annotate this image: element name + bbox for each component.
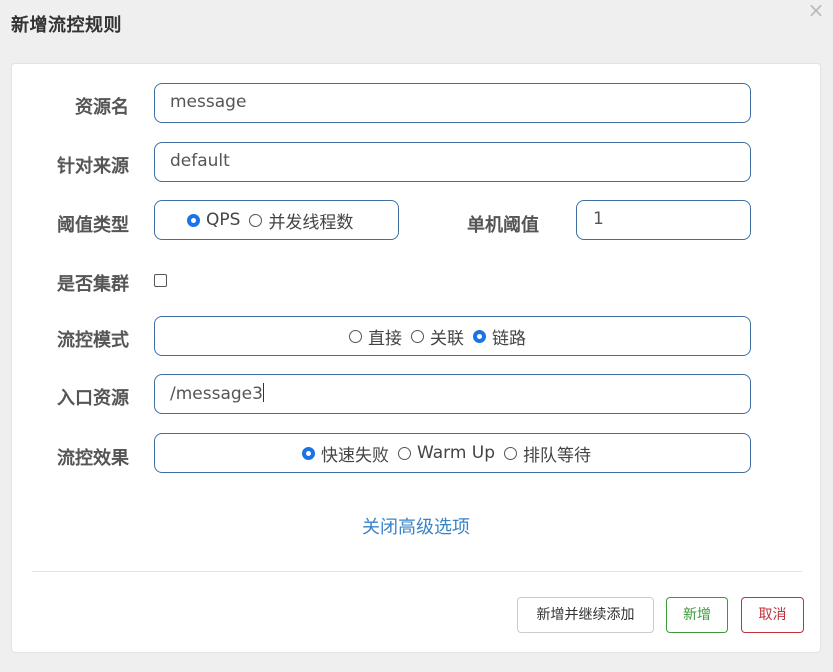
dialog-title: 新增流控规则 [11, 15, 122, 36]
radio-unchecked-icon [398, 446, 411, 460]
behavior-label: 流控效果 [57, 448, 129, 469]
ref-resource-input[interactable]: /message3 [154, 374, 751, 414]
count-value: 1 [593, 209, 604, 229]
limit-app-input[interactable]: default [154, 142, 751, 182]
advanced-options-toggle[interactable]: 关闭高级选项 [12, 513, 820, 539]
behavior-option-warm-up[interactable]: Warm Up [398, 443, 495, 463]
strategy-option-relate-label: 关联 [430, 328, 464, 349]
grade-option-qps[interactable]: QPS [187, 210, 240, 230]
grade-option-qps-label: QPS [206, 210, 241, 230]
footer-divider [32, 571, 802, 572]
ref-resource-text: /message3 [170, 383, 264, 404]
limit-app-value: default [170, 151, 230, 171]
behavior-radio-group: 快速失败 Warm Up 排队等待 [154, 433, 751, 473]
radio-unchecked-icon [411, 329, 424, 343]
grade-option-threads[interactable]: 并发线程数 [249, 208, 353, 233]
strategy-label: 流控模式 [57, 330, 129, 351]
behavior-option-queue-label: 排队等待 [523, 445, 592, 466]
radio-checked-icon [473, 329, 486, 343]
cluster-label: 是否集群 [57, 274, 129, 295]
behavior-option-warm-up-label: Warm Up [417, 443, 496, 463]
resource-name-label: 资源名 [75, 97, 129, 118]
resource-name-value: message [170, 92, 247, 112]
radio-unchecked-icon [504, 446, 518, 460]
radio-checked-icon [187, 213, 200, 227]
cancel-button[interactable]: 取消 [741, 597, 804, 633]
strategy-option-direct[interactable]: 直接 [349, 324, 402, 349]
behavior-option-queue[interactable]: 排队等待 [504, 441, 591, 466]
form-panel: 资源名 message 针对来源 default 阈值类型 QPS 并发线程数 … [11, 63, 821, 653]
add-and-continue-button[interactable]: 新增并继续添加 [517, 597, 654, 633]
grade-option-threads-label: 并发线程数 [268, 212, 354, 233]
grade-label: 阈值类型 [57, 215, 129, 236]
behavior-option-fast-fail-label: 快速失败 [321, 445, 389, 466]
strategy-radio-group: 直接 关联 链路 [154, 316, 751, 356]
text-cursor [262, 383, 264, 402]
radio-checked-icon [302, 446, 315, 460]
behavior-option-fast-fail[interactable]: 快速失败 [302, 441, 389, 466]
ref-resource-label: 入口资源 [57, 388, 129, 409]
close-icon[interactable]: × [806, 0, 826, 20]
strategy-option-chain-label: 链路 [492, 328, 526, 349]
ref-resource-value: /message3 [170, 384, 263, 404]
limit-app-label: 针对来源 [57, 156, 129, 177]
cluster-checkbox[interactable] [154, 274, 167, 287]
strategy-option-direct-label: 直接 [368, 328, 402, 349]
radio-unchecked-icon [249, 213, 263, 227]
count-label: 单机阈值 [467, 215, 539, 236]
strategy-option-chain[interactable]: 链路 [473, 324, 526, 349]
radio-unchecked-icon [349, 329, 362, 343]
grade-radio-group: QPS 并发线程数 [154, 200, 399, 240]
strategy-option-relate[interactable]: 关联 [411, 324, 464, 349]
count-input[interactable]: 1 [576, 200, 751, 240]
add-button[interactable]: 新增 [666, 597, 728, 633]
resource-name-input[interactable]: message [154, 83, 751, 123]
